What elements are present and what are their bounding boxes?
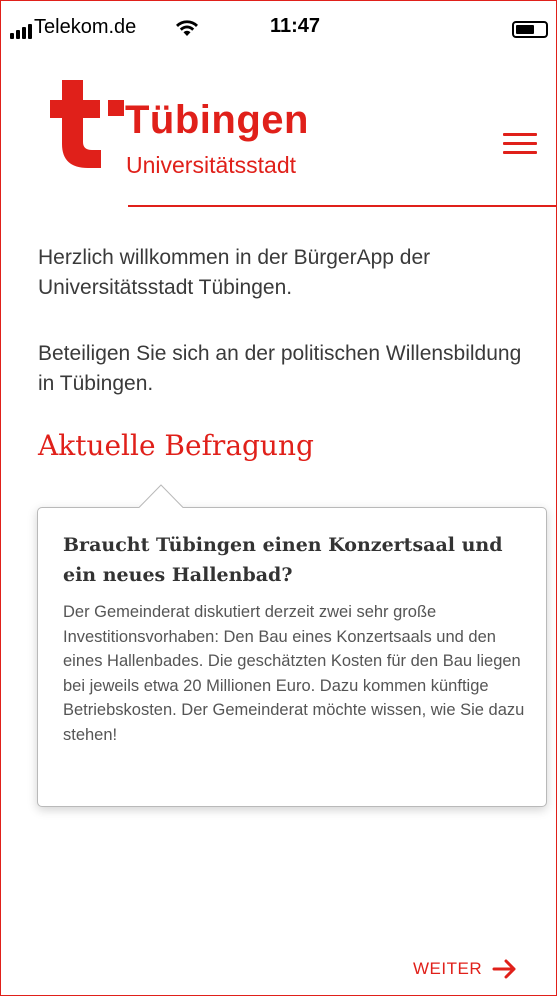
signal-icon: [10, 24, 32, 39]
status-bar: Telekom.de 11:47: [0, 0, 557, 58]
tuebingen-logo-icon: [50, 80, 124, 168]
card-pointer: [139, 484, 183, 508]
survey-card-title: Braucht Tübingen einen Konzertsaal und e…: [63, 534, 503, 586]
participation-text: Beteiligen Sie sich an der politischen W…: [38, 342, 522, 395]
next-button[interactable]: WEITER: [413, 959, 518, 979]
logo-subtitle: Universitätsstadt: [126, 152, 297, 178]
section-title: Aktuelle Befragung: [38, 429, 314, 462]
welcome-text: Herzlich willkommen in der BürgerApp der…: [38, 246, 431, 299]
survey-card[interactable]: Braucht Tübingen einen Konzertsaal und e…: [37, 507, 547, 807]
clock: 11:47: [270, 15, 321, 37]
battery-icon: [512, 21, 548, 38]
wifi-icon: [176, 20, 198, 36]
survey-card-text: Der Gemeinderat diskutiert derzeit zwei …: [63, 603, 525, 744]
carrier-name: Telekom.de: [34, 16, 137, 38]
hamburger-menu-icon[interactable]: [503, 133, 537, 155]
logo-name: Tübingen: [125, 98, 309, 142]
next-button-label: WEITER: [413, 959, 483, 978]
arrow-right-icon: [492, 959, 516, 979]
header-divider: [128, 205, 557, 207]
